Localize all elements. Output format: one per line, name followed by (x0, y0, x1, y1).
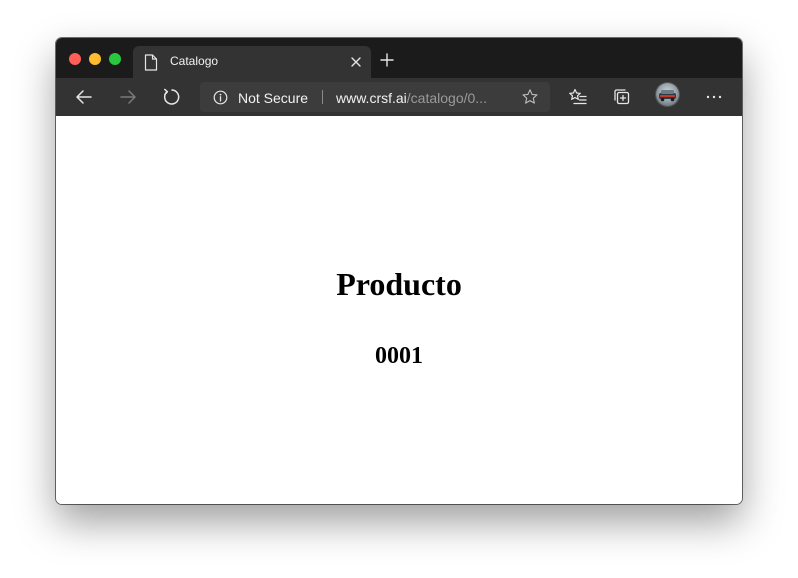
page-content: Producto 0001 (56, 116, 742, 504)
url-ellipsis: ... (475, 90, 487, 106)
address-divider (322, 90, 323, 104)
address-bar[interactable]: Not Secure www.crsf.ai/catalogo/0... (200, 82, 550, 112)
more-dots-icon[interactable] (704, 87, 724, 107)
url-domain: www.crsf.ai (336, 90, 407, 106)
title-bar: Catalogo (56, 38, 742, 78)
url-path: /catalogo/0 (406, 90, 476, 106)
star-icon[interactable] (521, 88, 539, 106)
zoom-window-button[interactable] (109, 53, 121, 65)
product-number: 0001 (375, 343, 423, 369)
favorites-list-icon[interactable] (568, 87, 588, 107)
reload-icon[interactable] (162, 87, 182, 107)
browser-window: Catalogo Not Secure www.crsf.ai/catalogo… (56, 38, 742, 504)
arrow-right-icon[interactable] (118, 87, 138, 107)
close-icon[interactable] (350, 56, 362, 68)
url-field[interactable]: www.crsf.ai/catalogo/0... (336, 90, 508, 106)
plus-icon[interactable] (380, 53, 394, 67)
arrow-left-icon[interactable] (74, 87, 94, 107)
tab-catalogo[interactable]: Catalogo (133, 46, 371, 78)
page-icon (144, 54, 158, 71)
collections-icon[interactable] (612, 87, 632, 107)
minimize-window-button[interactable] (89, 53, 101, 65)
close-window-button[interactable] (69, 53, 81, 65)
tab-title: Catalogo (170, 54, 219, 68)
info-icon[interactable] (213, 90, 228, 105)
toolbar: Not Secure www.crsf.ai/catalogo/0... (56, 78, 742, 116)
page-heading: Producto (336, 266, 462, 302)
profile-avatar[interactable] (656, 83, 679, 106)
security-label[interactable]: Not Secure (238, 90, 308, 106)
